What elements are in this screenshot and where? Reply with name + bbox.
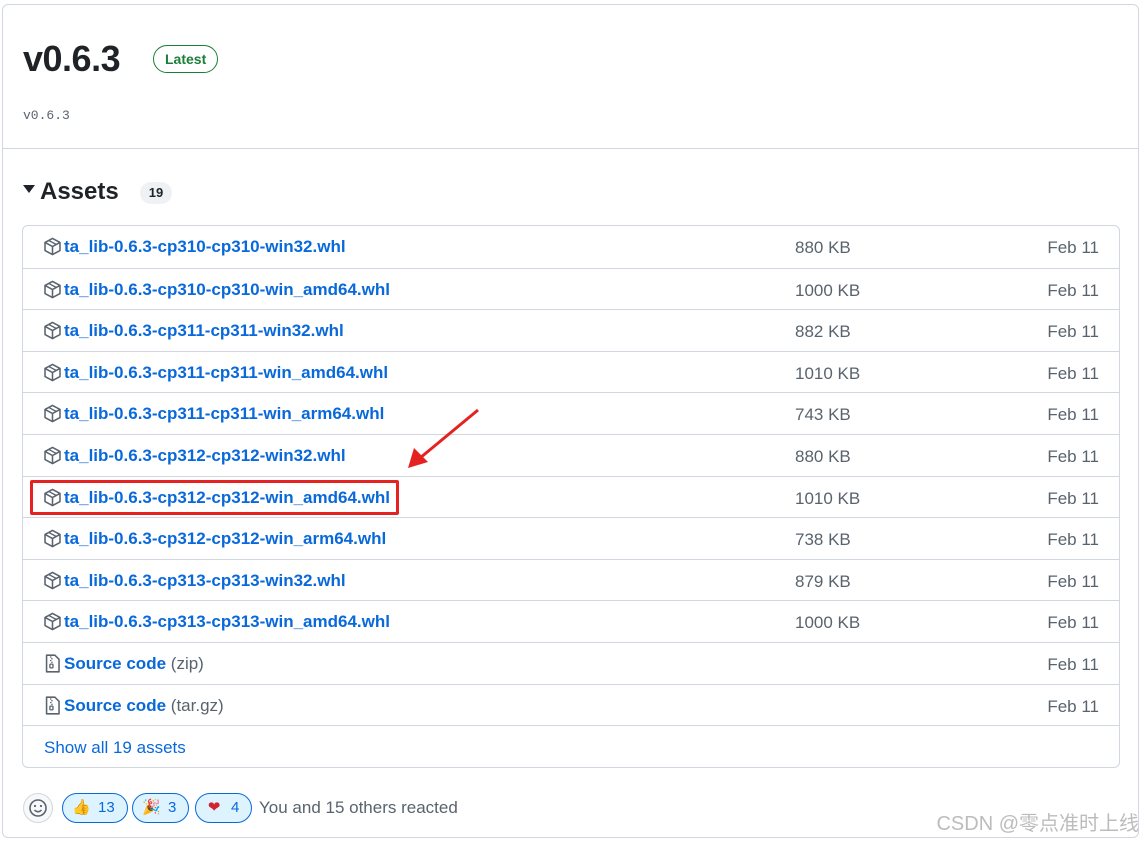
add-reaction-button[interactable] <box>23 793 53 823</box>
package-icon <box>43 571 62 590</box>
asset-row: ta_lib-0.6.3-cp310-cp310-win_amd64.whl 10… <box>23 267 1119 310</box>
assets-heading: Assets <box>40 178 119 205</box>
reaction-heart[interactable]: ❤ 4 <box>195 793 253 823</box>
reactions-summary: You and 15 others reacted <box>259 798 458 817</box>
release-title[interactable]: v0.6.3 <box>23 37 121 81</box>
asset-link[interactable]: ta_lib-0.6.3-cp310-cp310-win_amd64.whl <box>64 279 390 301</box>
asset-link[interactable]: ta_lib-0.6.3-cp311-cp311-win_arm64.whl <box>64 403 384 425</box>
release-header: v0.6.3 Latest v0.6.3 <box>3 5 1138 149</box>
asset-size: 880 KB <box>795 238 851 257</box>
asset-size: 879 KB <box>795 571 851 591</box>
assets-count-badge: 19 <box>140 182 172 204</box>
source-format: (zip) <box>170 654 204 673</box>
asset-size: 738 KB <box>795 530 851 550</box>
asset-link[interactable]: ta_lib-0.6.3-cp313-cp313-win_amd64.whl <box>64 611 390 633</box>
source-row: Source code (zip) Feb 11 <box>23 642 1119 684</box>
package-icon <box>43 446 62 465</box>
release-tag: v0.6.3 <box>23 108 70 123</box>
smiley-icon <box>29 799 47 817</box>
source-row: Source code (tar.gz) Feb 11 <box>23 683 1119 726</box>
thumbs-up-icon: 👍 <box>72 799 91 816</box>
watermark: CSDN @零点准时上线 <box>936 813 1139 835</box>
asset-date: Feb 11 <box>1047 613 1099 633</box>
tada-icon: 🎉 <box>142 799 161 816</box>
asset-date: Feb 11 <box>1047 405 1099 425</box>
package-icon <box>43 321 62 340</box>
reaction-tada[interactable]: 🎉 3 <box>132 793 190 823</box>
asset-date: Feb 11 <box>1047 363 1099 383</box>
asset-date: Feb 11 <box>1047 447 1099 466</box>
asset-date: Feb 11 <box>1047 280 1099 300</box>
asset-link[interactable]: ta_lib-0.6.3-cp312-cp312-win_arm64.whl <box>64 528 386 550</box>
asset-row: ta_lib-0.6.3-cp313-cp313-win_amd64.whl 10… <box>23 600 1119 642</box>
package-icon <box>43 612 62 631</box>
asset-size: 1000 KB <box>795 613 861 633</box>
asset-row: ta_lib-0.6.3-cp311-cp311-win_arm64.whl 74… <box>23 392 1119 434</box>
source-link[interactable]: Source code (zip) <box>64 653 204 675</box>
reaction-thumbs-up[interactable]: 👍 13 <box>62 793 128 823</box>
arrow-annotation-icon <box>408 408 479 468</box>
asset-link[interactable]: ta_lib-0.6.3-cp311-cp311-win32.whl <box>64 320 344 342</box>
package-icon <box>43 529 62 548</box>
asset-link[interactable]: ta_lib-0.6.3-cp313-cp313-win32.whl <box>64 570 346 592</box>
asset-row: ta_lib-0.6.3-cp312-cp312-win_arm64.whl 73… <box>23 517 1119 559</box>
show-all-assets-link[interactable]: Show all 19 assets <box>44 737 186 759</box>
reaction-count: 13 <box>98 799 115 816</box>
reaction-count: 4 <box>231 799 240 816</box>
asset-size: 1010 KB <box>795 363 861 383</box>
asset-size: 743 KB <box>795 405 851 425</box>
asset-date: Feb 11 <box>1047 488 1099 508</box>
package-icon <box>43 280 62 299</box>
source-link[interactable]: Source code (tar.gz) <box>64 695 224 717</box>
asset-row: ta_lib-0.6.3-cp312-cp312-win32.whl 880 KB… <box>23 434 1119 476</box>
asset-row: ta_lib-0.6.3-cp311-cp311-win32.whl 882 KB… <box>23 309 1119 351</box>
asset-link[interactable]: ta_lib-0.6.3-cp312-cp312-win32.whl <box>64 445 346 467</box>
release-card: v0.6.3 Latest v0.6.3 Assets 19 ta_lib-0.… <box>2 4 1139 838</box>
asset-date: Feb 11 <box>1047 530 1099 550</box>
package-icon <box>43 404 62 423</box>
package-icon <box>43 237 62 256</box>
asset-date: Feb 11 <box>1047 238 1099 257</box>
asset-size: 882 KB <box>795 322 851 342</box>
highlight-box <box>30 480 399 515</box>
asset-size: 1000 KB <box>795 280 861 300</box>
asset-link[interactable]: ta_lib-0.6.3-cp311-cp311-win_amd64.whl <box>64 362 388 384</box>
reaction-count: 3 <box>168 799 177 816</box>
asset-row: ta_lib-0.6.3-cp313-cp313-win32.whl 879 KB… <box>23 558 1119 601</box>
asset-date: Feb 11 <box>1047 571 1099 591</box>
latest-badge: Latest <box>153 45 219 73</box>
asset-link[interactable]: ta_lib-0.6.3-cp310-cp310-win32.whl <box>64 236 346 258</box>
file-zip-icon <box>43 654 62 673</box>
asset-date: Feb 11 <box>1047 322 1099 342</box>
source-format: (tar.gz) <box>170 695 224 715</box>
heart-icon: ❤ <box>207 799 221 816</box>
asset-date: Feb 11 <box>1047 655 1099 674</box>
asset-date: Feb 11 <box>1047 696 1099 716</box>
asset-size: 880 KB <box>795 447 851 466</box>
triangle-down-icon <box>23 185 35 193</box>
file-zip-icon <box>43 696 62 715</box>
source-label: Source code <box>64 695 167 715</box>
asset-row: ta_lib-0.6.3-cp311-cp311-win_amd64.whl 10… <box>23 350 1119 393</box>
source-label: Source code <box>64 654 167 673</box>
asset-row: ta_lib-0.6.3-cp310-cp310-win32.whl 880 KB… <box>23 226 1119 268</box>
show-all-row: Show all 19 assets <box>23 725 1119 767</box>
package-icon <box>43 363 62 382</box>
asset-size: 1010 KB <box>795 488 861 508</box>
